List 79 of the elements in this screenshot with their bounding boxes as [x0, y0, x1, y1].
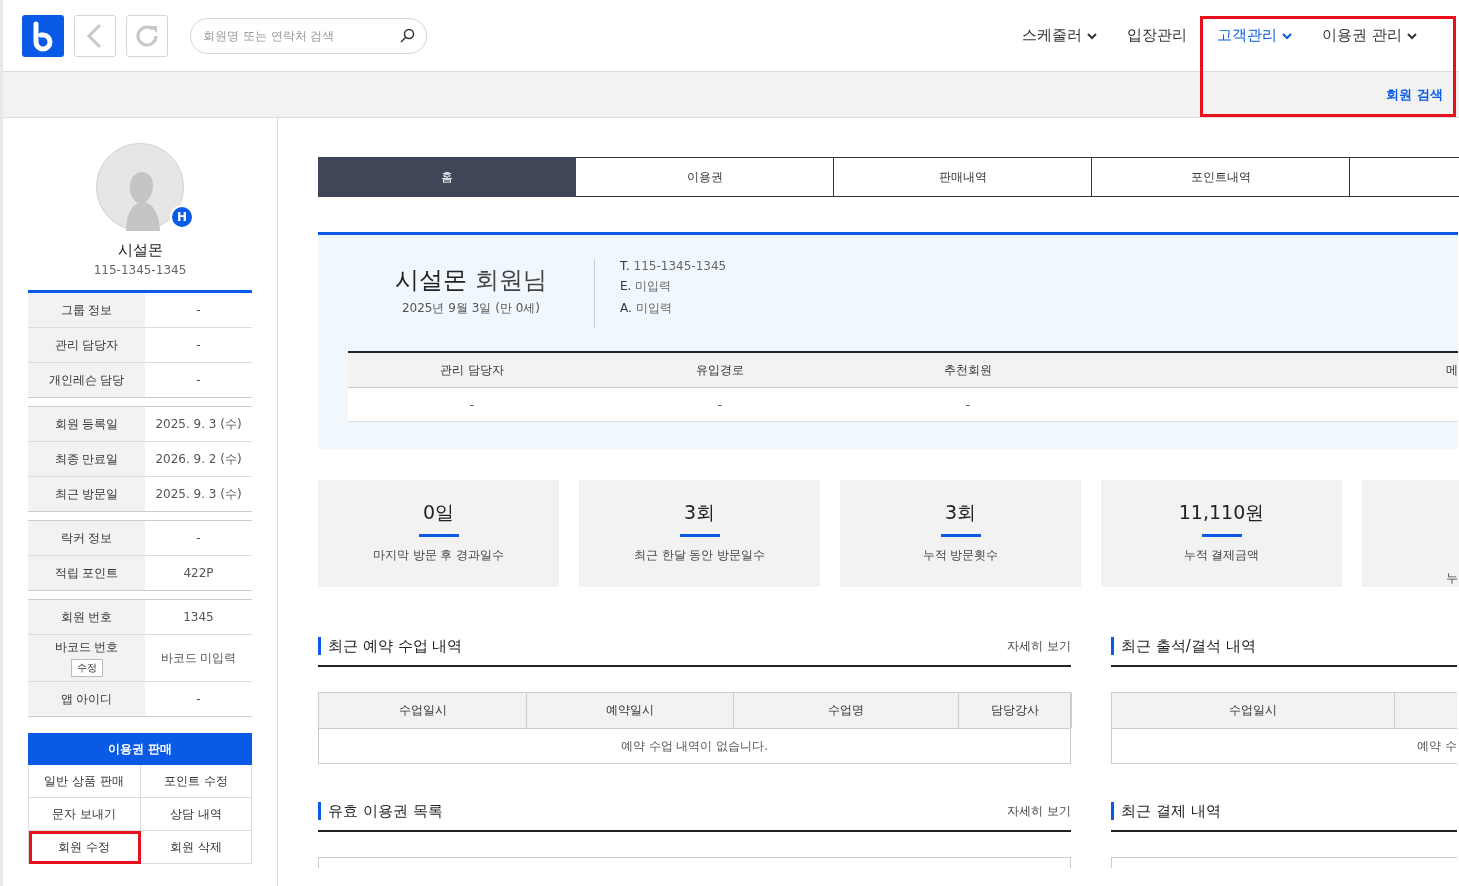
nav-menu-item[interactable]: 고객관리: [1217, 26, 1293, 45]
more-link[interactable]: 자세히 보기: [1007, 638, 1071, 655]
profile-name: 시설몬 회원님: [395, 265, 547, 296]
action-button[interactable]: 회원 삭제: [140, 831, 252, 864]
stat-value: 3회: [944, 500, 977, 525]
tab[interactable]: 판매내역: [834, 157, 1092, 197]
contact-line: T. 115-1345-1345: [620, 259, 727, 273]
info-label: 바코드 번호: [54, 639, 119, 656]
birth-date: 2025년 9월 3일 (만 0세): [401, 300, 541, 317]
info-label: 회원 등록일: [54, 415, 119, 433]
nav-menu-item[interactable]: 입장관리: [1127, 26, 1188, 45]
table-cell-text: -: [468, 396, 476, 414]
contact-line: E. 미입력: [620, 278, 673, 295]
edit-button[interactable]: 수정: [70, 659, 103, 677]
column-header: 메: [1446, 361, 1458, 379]
stat-label: 마지막 방문 후 경과일수: [372, 547, 505, 564]
column-header: 수업명: [734, 693, 959, 728]
info-value: 2026. 9. 2 (수): [154, 450, 243, 468]
member-phone: 115-1345-1345: [92, 263, 188, 277]
info-value: -: [195, 302, 202, 319]
info-label: 회원 번호: [60, 608, 113, 626]
tab[interactable]: 홈: [318, 157, 576, 197]
stat-value: 11,110원: [1178, 500, 1265, 525]
section-title: 최근 출석/결석 내역: [1111, 637, 1256, 655]
column-header: 예약일시: [527, 693, 734, 728]
column-header: 수업일시: [1112, 693, 1395, 728]
logo-icon[interactable]: [22, 14, 64, 57]
column-header: 수업일시: [319, 693, 527, 728]
table-cell-text: -: [716, 396, 724, 414]
info-label: 그룹 정보: [60, 301, 113, 319]
info-label: 최근 방문일: [54, 485, 119, 503]
info-value: 2025. 9. 3 (수): [154, 415, 243, 433]
stat-label: 누적 방문횟수: [922, 547, 999, 564]
tab[interactable]: 포인트내역: [1092, 157, 1350, 197]
info-label: 최종 만료일: [54, 450, 119, 468]
stat-value: 0일: [422, 500, 455, 525]
empty-message: 예약 수업 내역이 없습니다.: [620, 737, 769, 755]
info-value: 422P: [182, 565, 215, 582]
action-button[interactable]: 일반 상품 판매: [29, 765, 141, 798]
sell-pass-button[interactable]: 이용권 판매: [28, 733, 252, 765]
member-name: 시설몬: [116, 241, 164, 260]
table-cell-text: -: [964, 396, 972, 414]
action-button[interactable]: 회원 수정: [29, 831, 141, 864]
nav-menu-item[interactable]: 이용권 관리: [1322, 26, 1417, 45]
action-button[interactable]: 상담 내역: [140, 798, 252, 831]
stat-label: 최근 한달 동안 방문일수: [633, 547, 766, 564]
nav-menu-item[interactable]: 스케줄러: [1022, 26, 1098, 45]
member-badge: H: [170, 205, 194, 229]
column-header: 추천회원: [944, 361, 992, 379]
info-value: 2025. 9. 3 (수): [154, 485, 243, 503]
more-link[interactable]: 자세히 보기: [1007, 803, 1071, 820]
info-label: 락커 정보: [60, 529, 113, 547]
submenu-item[interactable]: 회원 검색: [1380, 84, 1449, 105]
column-header: 유입경로: [696, 361, 744, 379]
action-button[interactable]: 포인트 수정: [140, 765, 252, 798]
info-value: -: [195, 372, 202, 389]
info-value: 바코드 미입력: [159, 649, 238, 667]
section-title: 최근 예약 수업 내역: [318, 637, 463, 655]
stat-label: 누: [1446, 570, 1458, 587]
contact-line: A. 미입력: [620, 300, 673, 317]
info-label: 관리 담당자: [54, 336, 119, 354]
empty-message: 예약 수: [1417, 737, 1457, 755]
info-value: 1345: [182, 609, 215, 626]
info-value: -: [195, 530, 202, 547]
action-button[interactable]: 문자 보내기: [29, 798, 141, 831]
info-value: -: [195, 691, 202, 708]
info-label: 앱 아이디: [60, 690, 113, 708]
info-label: 개인레슨 담당: [48, 371, 125, 389]
column-header: 담당강사: [959, 693, 1072, 728]
info-label: 적립 포인트: [54, 564, 119, 582]
stat-label: 누적 결제금액: [1183, 547, 1260, 564]
info-value: -: [195, 337, 202, 354]
section-title: 최근 결제 내역: [1111, 802, 1221, 820]
stat-value: 3회: [683, 500, 716, 525]
section-title: 유효 이용권 목록: [318, 802, 443, 820]
tab[interactable]: 이용권: [576, 157, 834, 197]
search-field[interactable]: 회원명 또는 연락처 검색: [190, 17, 427, 54]
search-icon: [399, 27, 415, 44]
column-header: 관리 담당자: [440, 361, 504, 379]
